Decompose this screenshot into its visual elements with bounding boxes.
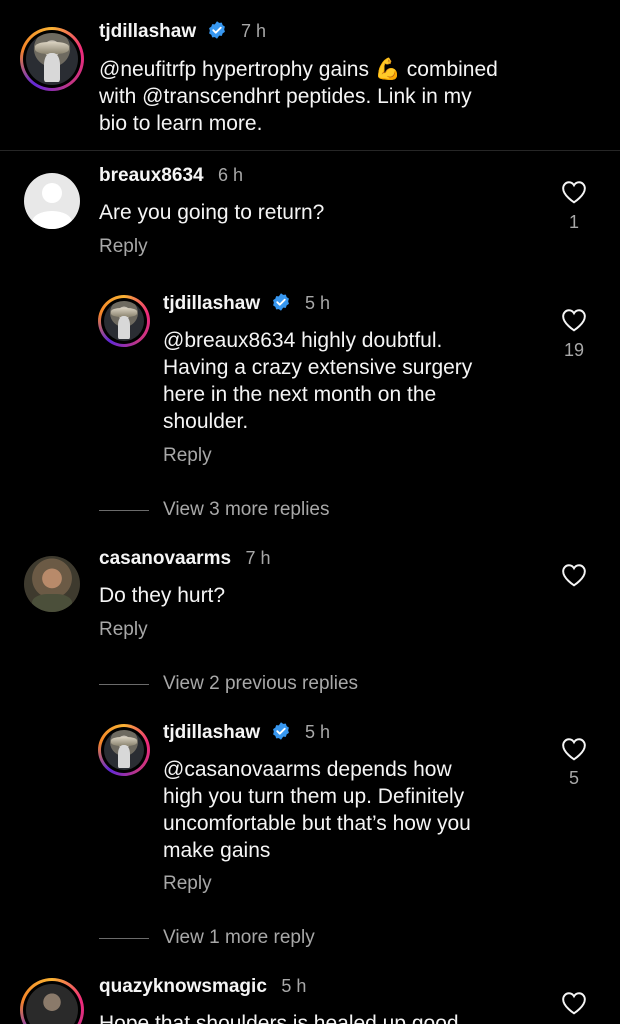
comment1-username[interactable]: breaux8634 (99, 165, 204, 186)
comment3-header: quazyknowsmagic 5 h (99, 976, 306, 998)
verified-badge-icon (272, 293, 289, 311)
comment2-avatar[interactable] (24, 556, 80, 612)
comment3-username[interactable]: quazyknowsmagic (99, 976, 267, 997)
verified-badge-icon (272, 722, 289, 740)
heart-outline-icon[interactable] (561, 308, 587, 332)
comment3-time: 5 h (281, 976, 307, 996)
reply1-time: 5 h (305, 293, 331, 313)
comment1-time: 6 h (218, 165, 244, 185)
caption-divider (0, 150, 620, 151)
view-previous-line (99, 684, 149, 685)
reply1-avatar[interactable] (98, 295, 150, 347)
comment2-text: Do they hurt? (99, 584, 226, 607)
reply2-header: tjdillashaw 5 h (163, 721, 330, 744)
heart-outline-icon[interactable] (561, 563, 587, 587)
caption-username[interactable]: tjdillashaw (99, 21, 196, 42)
caption-header: tjdillashaw 7 h (99, 20, 266, 43)
comment2-time: 7 h (245, 548, 271, 568)
comment2-username[interactable]: casanovaarms (99, 548, 231, 569)
reply2-reply-button[interactable]: Reply (163, 873, 212, 895)
comment1-reply-button[interactable]: Reply (99, 236, 148, 258)
reply1-like-count: 19 (563, 340, 585, 360)
view-more-reply-button[interactable]: View 1 more reply (163, 927, 315, 949)
comment3-text: Hope that shoulders is healed up good (99, 1012, 459, 1024)
view-more-line (99, 938, 149, 939)
reply2-avatar[interactable] (98, 724, 150, 776)
comment1-header: breaux8634 6 h (99, 165, 243, 187)
verified-badge-icon (208, 21, 225, 39)
heart-outline-icon[interactable] (561, 991, 587, 1015)
reply2-text: @casanovaarms depends how high you turn … (163, 758, 471, 862)
heart-outline-icon[interactable] (561, 180, 587, 204)
reply2-time: 5 h (305, 722, 331, 742)
comment1-like-count: 1 (568, 212, 579, 232)
reply2-like-count: 5 (568, 768, 579, 788)
reply1-header: tjdillashaw 5 h (163, 292, 330, 315)
comment3-avatar[interactable] (20, 978, 84, 1024)
view-more-replies-button[interactable]: View 3 more replies (163, 499, 330, 521)
view-more-line (99, 510, 149, 511)
caption-text: @neufitrfp hypertrophy gains 💪 combined … (99, 58, 498, 135)
view-previous-replies-button[interactable]: View 2 previous replies (163, 673, 358, 695)
caption-avatar[interactable] (20, 27, 84, 91)
comment2-header: casanovaarms 7 h (99, 548, 271, 570)
reply1-username[interactable]: tjdillashaw (163, 293, 260, 314)
reply1-text: @breaux8634 highly doubtful. Having a cr… (163, 329, 473, 433)
comment1-avatar[interactable] (24, 173, 80, 229)
comment1-text: Are you going to return? (99, 201, 325, 224)
reply1-reply-button[interactable]: Reply (163, 445, 212, 467)
heart-outline-icon[interactable] (561, 737, 587, 761)
comment2-reply-button[interactable]: Reply (99, 619, 148, 641)
caption-time: 7 h (241, 21, 267, 41)
reply2-username[interactable]: tjdillashaw (163, 722, 260, 743)
